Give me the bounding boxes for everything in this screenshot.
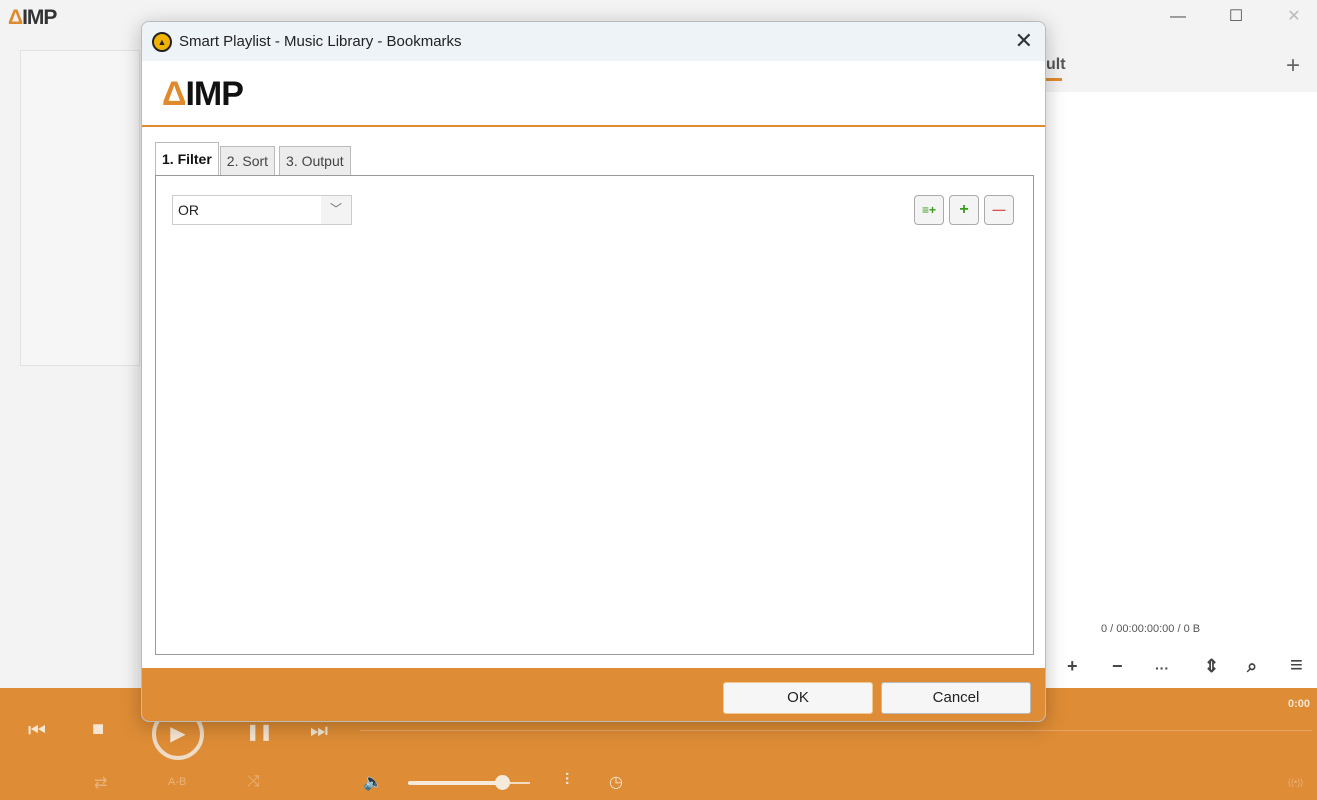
tab-indicator: [1046, 78, 1062, 81]
operator-select[interactable]: OR ﹀: [172, 195, 352, 225]
more-icon[interactable]: ···: [1155, 660, 1169, 676]
add-playlist-button[interactable]: +: [1286, 52, 1300, 80]
tab-output[interactable]: 3. Output: [279, 146, 351, 177]
broadcast-icon[interactable]: ((•)): [1288, 777, 1303, 787]
equalizer-icon[interactable]: ⫶: [565, 772, 569, 790]
tab-filter[interactable]: 1. Filter: [155, 142, 219, 177]
shuffle-icon[interactable]: ⤨: [247, 773, 260, 791]
volume-fill: [408, 781, 504, 785]
time-display: 0:00: [1288, 698, 1311, 710]
ab-repeat-button[interactable]: A-B: [168, 776, 186, 788]
close-button[interactable]: ✕: [1266, 4, 1317, 30]
add-icon[interactable]: +: [1067, 656, 1078, 677]
dialog-header: ΔIMP: [142, 61, 1045, 127]
dialog-footer: OK Cancel: [142, 668, 1045, 721]
remove-icon[interactable]: −: [1112, 656, 1123, 677]
playlist-area: [1046, 92, 1317, 688]
aimp-icon: ▲: [152, 31, 172, 52]
previous-icon[interactable]: ⏮: [28, 720, 46, 743]
volume-icon[interactable]: 🔈: [363, 772, 383, 792]
remove-button[interactable]: —: [984, 195, 1014, 225]
operator-value: OR: [178, 202, 199, 218]
add-group-button[interactable]: +: [949, 195, 979, 225]
seek-bar[interactable]: [360, 730, 1312, 731]
aimp-logo: ΔIMP: [162, 75, 244, 113]
sort-icon[interactable]: ⇕: [1204, 656, 1219, 677]
minimize-button[interactable]: —: [1150, 4, 1206, 30]
ok-button[interactable]: OK: [723, 682, 873, 714]
menu-icon[interactable]: ≡: [1290, 652, 1303, 678]
add-condition-button[interactable]: ≡+: [914, 195, 944, 225]
repeat-icon[interactable]: ⇄: [94, 773, 107, 793]
dialog-close-button[interactable]: ✕: [1015, 28, 1033, 54]
maximize-button[interactable]: ☐: [1208, 4, 1264, 30]
dialog-tabs: 1. Filter 2. Sort 3. Output: [155, 142, 355, 177]
filter-panel: OR ﹀ ≡+ + —: [155, 175, 1034, 655]
smart-playlist-dialog: ▲ Smart Playlist - Music Library - Bookm…: [141, 21, 1046, 722]
chevron-down-icon: ﹀: [321, 196, 351, 224]
timer-icon[interactable]: ◷: [609, 772, 623, 792]
next-icon[interactable]: ⏭: [310, 720, 328, 743]
dialog-titlebar: ▲ Smart Playlist - Music Library - Bookm…: [142, 22, 1045, 61]
playlist-stats: 0 / 00:00:00:00 / 0 B: [1101, 623, 1201, 635]
search-icon[interactable]: ⌕: [1247, 656, 1257, 677]
app-logo: ΔIMP: [8, 6, 57, 29]
playlist-tab[interactable]: ult: [1046, 56, 1066, 74]
stop-icon[interactable]: ■: [92, 718, 104, 741]
left-panel: [20, 50, 140, 366]
pause-icon[interactable]: ❚❚: [246, 722, 273, 742]
cancel-button[interactable]: Cancel: [881, 682, 1031, 714]
dialog-title: Smart Playlist - Music Library - Bookmar…: [179, 33, 462, 50]
tab-sort[interactable]: 2. Sort: [219, 146, 276, 177]
